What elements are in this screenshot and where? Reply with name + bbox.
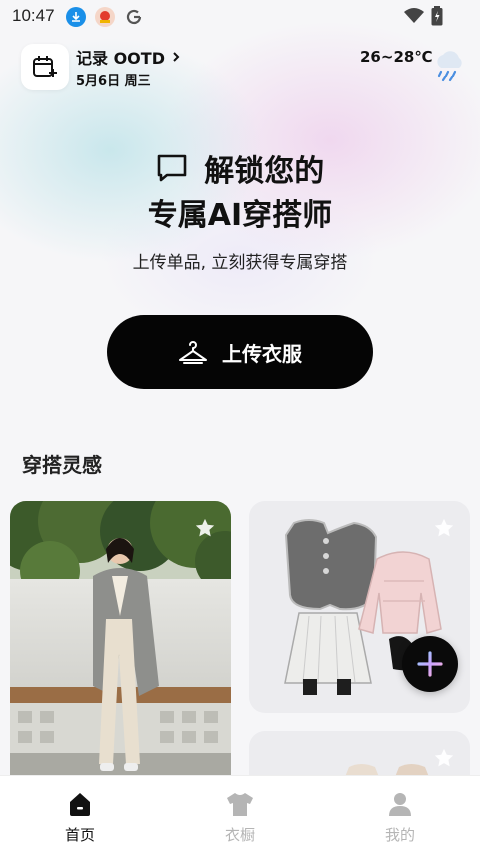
hero-title-line1: 解锁您的 — [0, 146, 480, 190]
calendar-add-icon — [33, 56, 57, 77]
floating-add-button[interactable] — [402, 636, 458, 692]
favorite-star-icon[interactable] — [194, 517, 216, 539]
inspiration-card-1[interactable] — [10, 501, 231, 791]
nav-home[interactable]: 首页 — [0, 776, 160, 856]
plus-icon — [417, 651, 443, 677]
nav-wardrobe-label: 衣橱 — [224, 826, 255, 844]
hero-subtitle: 上传单品, 立刻获得专属穿搭 — [132, 253, 348, 273]
status-bar: 10:47 — [0, 0, 480, 32]
hero-title-line2: 专属AI穿搭师 — [0, 190, 480, 234]
shirt-icon — [225, 788, 255, 820]
nav-home-label: 首页 — [64, 826, 95, 844]
hanger-icon — [179, 341, 207, 364]
google-icon — [124, 7, 144, 27]
hero-line1-text: 解锁您的 — [204, 154, 325, 189]
wifi-icon — [404, 8, 424, 28]
nav-wardrobe[interactable]: 衣橱 — [160, 776, 320, 856]
inspiration-section-title: 穿搭灵感 — [22, 453, 102, 477]
nav-profile-label: 我的 — [384, 826, 415, 844]
chevron-right-icon — [173, 52, 180, 62]
profile-icon — [386, 788, 414, 820]
battery-icon — [431, 6, 443, 30]
app-notification-icon — [95, 7, 115, 27]
outfit-photo — [10, 501, 231, 791]
current-date: 5月6日 周三 — [76, 74, 151, 89]
upload-clothes-button[interactable]: 上传衣服 — [107, 315, 373, 389]
temperature: 26~28℃ — [360, 48, 433, 66]
calendar-add-button[interactable] — [21, 44, 69, 90]
bottom-navigation: 首页 衣橱 我的 — [0, 775, 480, 856]
download-icon — [66, 7, 86, 27]
favorite-star-icon[interactable] — [433, 747, 455, 769]
rain-cloud-icon — [432, 48, 466, 86]
chat-bubble-icon — [157, 154, 187, 182]
nav-profile[interactable]: 我的 — [320, 776, 480, 856]
record-ootd-link[interactable]: 记录 OOTD — [76, 45, 181, 69]
hero-line2-text: 专属AI穿搭师 — [148, 190, 332, 234]
home-icon — [66, 788, 94, 820]
record-ootd-label: 记录 OOTD — [76, 49, 165, 68]
upload-button-label: 上传衣服 — [222, 341, 302, 366]
status-time: 10:47 — [12, 6, 55, 25]
favorite-star-icon[interactable] — [433, 517, 455, 539]
